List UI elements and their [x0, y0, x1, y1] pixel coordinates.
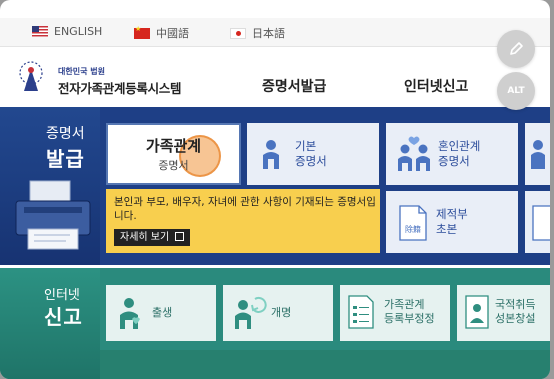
card-next-partial-2[interactable]: [525, 191, 550, 253]
external-link-icon: [175, 232, 185, 241]
logo-title[interactable]: 전자가족관계등록시스템: [58, 78, 182, 97]
certificate-side-subtitle: 발급: [46, 147, 85, 171]
card-basic-certificate[interactable]: 기본 증명서: [247, 123, 379, 185]
card-label: 개명: [271, 306, 292, 319]
site-header: 대한민국 법원 전자가족관계등록시스템 증명서발급 인터넷신고: [0, 47, 550, 105]
tooltip-text: 본인과 부모, 배우자, 자녀에 관한 사항이 기재되는 증명서입니다.: [114, 196, 376, 222]
card-label: 가족관계 등록부정정: [384, 298, 435, 325]
edit-fab-button[interactable]: [497, 30, 535, 68]
profile-document-icon: [465, 295, 489, 329]
china-flag-icon: [134, 25, 150, 39]
language-label: 中國語: [156, 27, 189, 40]
certificate-side-panel: 증명서 발급: [0, 107, 100, 265]
us-flag-icon: [32, 26, 48, 37]
card-label: 제적부 초본: [436, 207, 468, 236]
card-next-partial[interactable]: [525, 123, 550, 185]
card-marriage-certificate[interactable]: 혼인관계 증명서: [386, 123, 518, 185]
report-side-subtitle: 신고: [44, 305, 83, 329]
card-label: 출생: [152, 306, 173, 319]
language-english[interactable]: ENGLISH: [32, 25, 102, 38]
report-side-panel: 인터넷 신고: [0, 268, 100, 379]
nav-certificate[interactable]: 증명서발급: [262, 76, 326, 96]
card-removal-record-abstract[interactable]: 除籍 제적부 초본: [386, 191, 518, 253]
card-name-change-report[interactable]: 개명: [223, 285, 333, 341]
internet-report-section: 인터넷 신고 출생 개명 가족관계 등록부정정 국적취득 성본창설: [0, 268, 550, 379]
language-chinese[interactable]: 中國語: [134, 25, 189, 41]
card-birth-report[interactable]: 출생: [106, 285, 216, 341]
pencil-icon: [510, 42, 523, 55]
printer-icon: [15, 180, 91, 250]
language-label: 日本語: [252, 27, 285, 40]
certificate-side-title: 증명서: [46, 126, 85, 142]
browser-frame: ENGLISH 中國語 日本語 대한민국 법원 전자가족관계등록시스템 증명서발…: [0, 0, 550, 379]
card-label: 기본 증명서: [295, 139, 327, 168]
card-title: 가족관계: [145, 137, 202, 155]
couple-icon: [398, 136, 430, 171]
court-emblem-icon[interactable]: [16, 61, 46, 93]
svg-text:除籍: 除籍: [405, 224, 421, 234]
document-icon: 除籍: [399, 205, 427, 241]
person-icon: [531, 140, 545, 169]
card-subtitle: 증명서: [158, 159, 189, 172]
certificate-tooltip: 본인과 부모, 배우자, 자녀에 관한 사항이 기재되는 증명서입니다. 자세히…: [106, 189, 380, 253]
japan-flag-icon: [230, 27, 246, 39]
card-nationality-acquisition[interactable]: 국적취득 성본창설: [457, 285, 550, 341]
language-bar: ENGLISH 中國語 日本語: [0, 18, 550, 47]
language-japanese[interactable]: 日本語: [230, 25, 285, 41]
view-details-button[interactable]: 자세히 보기: [114, 229, 191, 246]
card-registry-correction[interactable]: 가족관계 등록부정정: [340, 285, 450, 341]
card-label: 혼인관계 증명서: [438, 139, 481, 168]
document-icon: [532, 205, 550, 241]
form-document-icon: [348, 295, 374, 329]
card-family-relation-certificate[interactable]: 가족관계 증명서: [106, 123, 241, 185]
person-icon: [263, 140, 279, 169]
card-label: 국적취득 성본창설: [495, 298, 536, 325]
alt-fab-button[interactable]: ALT: [497, 72, 535, 110]
mother-baby-icon: [120, 298, 140, 329]
language-label: ENGLISH: [54, 25, 103, 38]
logo-subtitle: 대한민국 법원: [58, 67, 105, 76]
person-refresh-icon: [235, 296, 267, 329]
nav-internet-report[interactable]: 인터넷신고: [404, 76, 468, 96]
